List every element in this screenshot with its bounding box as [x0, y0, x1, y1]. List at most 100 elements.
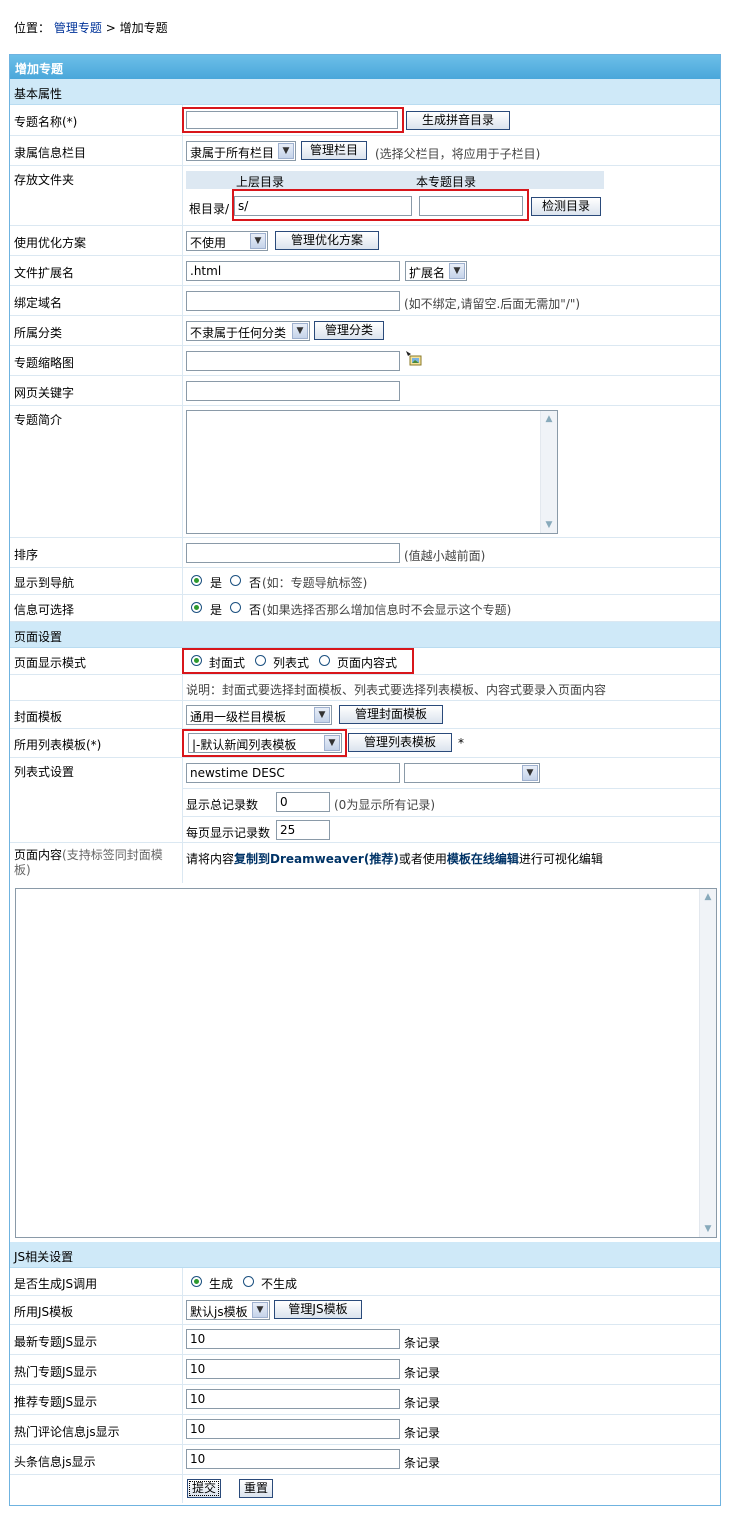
folder-root-label: 根目录/: [189, 202, 230, 216]
list-template-select[interactable]: |-默认新闻列表模板 ▼: [188, 733, 342, 753]
list-sort-select[interactable]: ▼: [404, 763, 540, 783]
js-hot-input[interactable]: [186, 1359, 400, 1379]
keywords-label: 网页关键字: [14, 386, 75, 400]
mode-content-radio[interactable]: [319, 655, 330, 666]
domain-label: 绑定域名: [14, 296, 63, 310]
row-js-recommend: 推荐专题JS显示 条记录: [10, 1385, 720, 1415]
row-parent-column: 隶属信息栏目 隶属于所有栏目 ▼ 管理栏目 (选择父栏目，将应用于子栏目): [10, 136, 720, 166]
order-input[interactable]: [186, 543, 400, 563]
nav-yes-radio[interactable]: [191, 575, 202, 586]
highlight-topic-name: [182, 107, 404, 133]
folder-col-own: 本专题目录: [416, 175, 477, 189]
chevron-down-icon: ▼: [250, 233, 266, 249]
chevron-down-icon: ▼: [324, 735, 340, 751]
js-headline-unit: 条记录: [404, 1456, 441, 1470]
category-label: 所属分类: [14, 326, 63, 340]
scroll-up-icon[interactable]: ▲: [542, 412, 556, 426]
online-edit-link[interactable]: 模板在线编辑: [447, 852, 519, 866]
page-content-textarea[interactable]: ▲ ▼: [15, 888, 717, 1238]
reset-button[interactable]: 重置: [239, 1479, 273, 1498]
order-label: 排序: [14, 548, 39, 562]
parent-column-select[interactable]: 隶属于所有栏目 ▼: [186, 141, 296, 161]
chevron-down-icon: ▼: [522, 765, 538, 781]
check-folder-button[interactable]: 检测目录: [531, 197, 601, 216]
js-recommend-input[interactable]: [186, 1389, 400, 1409]
selectable-yes-label: 是: [210, 603, 223, 617]
row-folder: 存放文件夹 上层目录 本专题目录 根目录/ 检测目录: [10, 166, 720, 226]
optimize-select[interactable]: 不使用 ▼: [186, 231, 268, 251]
extension-input[interactable]: [186, 261, 400, 281]
thumbnail-label: 专题缩略图: [14, 356, 75, 370]
per-page-input[interactable]: [276, 820, 330, 840]
extension-select-value: 扩展名: [409, 266, 446, 280]
manage-js-template-button[interactable]: 管理JS模板: [274, 1300, 362, 1319]
total-records-note: (0为显示所有记录): [334, 798, 435, 812]
row-gen-js: 是否生成JS调用 生成 不生成: [10, 1268, 720, 1296]
domain-input[interactable]: [186, 291, 400, 311]
manage-category-button[interactable]: 管理分类: [314, 321, 384, 340]
list-sort-input[interactable]: [186, 763, 400, 783]
page-content-label-wrap: 页面内容(支持标签同封面模板): [14, 848, 174, 878]
breadcrumb: 位置： 管理专题 > 增加专题: [14, 19, 168, 36]
manage-column-button[interactable]: 管理栏目: [301, 141, 367, 160]
js-headline-label: 头条信息js显示: [14, 1455, 96, 1469]
intro-label: 专题简介: [14, 413, 63, 427]
submit-button[interactable]: 提交: [187, 1479, 221, 1498]
row-cover-template: 封面模板 通用一级栏目模板 ▼ 管理封面模板: [10, 701, 720, 729]
js-recommend-unit: 条记录: [404, 1396, 441, 1410]
js-comment-input[interactable]: [186, 1419, 400, 1439]
gen-js-no-radio[interactable]: [243, 1276, 254, 1287]
optimize-value: 不使用: [190, 236, 227, 250]
extension-select[interactable]: 扩展名 ▼: [405, 261, 467, 281]
breadcrumb-current: 增加专题: [119, 21, 168, 35]
intro-textarea[interactable]: ▲ ▼: [186, 410, 558, 534]
list-template-required: *: [458, 736, 464, 750]
gen-js-yes-radio[interactable]: [191, 1276, 202, 1287]
js-headline-input[interactable]: [186, 1449, 400, 1469]
selectable-label: 信息可选择: [14, 603, 75, 617]
selectable-yes-radio[interactable]: [191, 602, 202, 613]
thumbnail-input[interactable]: [186, 351, 400, 371]
js-comment-unit: 条记录: [404, 1426, 441, 1440]
manage-list-template-button[interactable]: 管理列表模板: [348, 733, 452, 752]
mode-cover-radio[interactable]: [191, 655, 202, 666]
manage-optimize-button[interactable]: 管理优化方案: [275, 231, 379, 250]
cover-template-select[interactable]: 通用一级栏目模板 ▼: [186, 705, 332, 725]
scroll-down-icon[interactable]: ▼: [701, 1222, 715, 1236]
nav-no-radio[interactable]: [230, 575, 241, 586]
cover-template-label: 封面模板: [14, 710, 63, 724]
manage-cover-template-button[interactable]: 管理封面模板: [339, 705, 443, 724]
selectable-no-radio[interactable]: [230, 602, 241, 613]
section-js-label: JS相关设置: [14, 1250, 74, 1264]
js-template-label: 所用JS模板: [14, 1305, 74, 1319]
row-page-content: 页面内容(支持标签同封面模板) 请将内容复制到Dreamweaver(推荐)或者…: [10, 843, 720, 883]
folder-col-upper: 上层目录: [236, 175, 285, 189]
js-hot-label: 热门专题JS显示: [14, 1365, 98, 1379]
scroll-down-icon[interactable]: ▼: [542, 518, 556, 532]
js-hot-unit: 条记录: [404, 1366, 441, 1380]
copy-to-dreamweaver-link[interactable]: 复制到Dreamweaver(推荐): [234, 852, 399, 866]
keywords-input[interactable]: [186, 381, 400, 401]
folder-label: 存放文件夹: [14, 173, 75, 187]
chevron-down-icon: ▼: [278, 143, 294, 159]
hint-mid: 或者使用: [398, 852, 447, 866]
page-content-scrollbar[interactable]: ▲ ▼: [699, 889, 716, 1237]
mode-list-radio[interactable]: [255, 655, 266, 666]
category-select[interactable]: 不隶属于任何分类 ▼: [186, 321, 310, 341]
mode-content-label: 页面内容式: [337, 656, 398, 670]
nav-no-label: 否: [249, 576, 262, 590]
section-js: JS相关设置: [10, 1242, 720, 1268]
total-records-input[interactable]: [276, 792, 330, 812]
gen-js-no-label: 不生成: [261, 1277, 298, 1291]
generate-pinyin-button[interactable]: 生成拼音目录: [406, 111, 510, 130]
intro-scrollbar[interactable]: ▲ ▼: [540, 411, 557, 533]
scroll-up-icon[interactable]: ▲: [701, 890, 715, 904]
js-latest-input[interactable]: [186, 1329, 400, 1349]
nav-label: 显示到导航: [14, 576, 75, 590]
section-basic: 基本属性: [10, 79, 720, 105]
breadcrumb-link-topics[interactable]: 管理专题: [54, 21, 102, 35]
row-topic-name: 专题名称(*) 生成拼音目录: [10, 105, 720, 136]
row-js-template: 所用JS模板 默认js模板 ▼ 管理JS模板: [10, 1296, 720, 1325]
image-picker-icon[interactable]: [406, 351, 422, 367]
js-template-select[interactable]: 默认js模板 ▼: [186, 1300, 270, 1320]
